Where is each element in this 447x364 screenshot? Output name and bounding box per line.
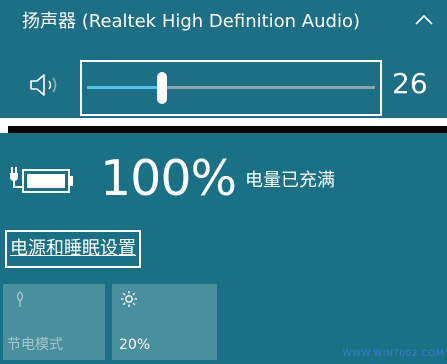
power-sleep-settings-link[interactable]: 电源和睡眠设置 [5, 230, 141, 268]
watermark-text: WWW.WIN7002.COM [342, 349, 444, 359]
chevron-up-icon[interactable] [413, 10, 435, 30]
battery-saver-label: 节电模式 [7, 337, 63, 353]
volume-slider-fill [87, 86, 162, 89]
battery-percentage: 100% [100, 150, 237, 207]
battery-status-text: 电量已充满 [245, 170, 335, 191]
battery-saver-tile[interactable]: 节电模式 [3, 284, 105, 360]
volume-slider-thumb[interactable] [157, 72, 167, 104]
brightness-tile[interactable]: 20% [112, 284, 217, 360]
brightness-value: 20% [119, 337, 151, 353]
volume-panel: 扬声器 (Realtek High Definition Audio) 26 [0, 0, 447, 118]
panel-gap [0, 118, 447, 126]
volume-slider-track[interactable] [87, 86, 375, 89]
panel-separator [8, 126, 447, 133]
battery-panel: 100% 电量已充满 电源和睡眠设置 节电模式 20% WWW.WIN7002.… [0, 133, 447, 364]
volume-level-value: 26 [392, 67, 428, 100]
battery-charging-icon [10, 167, 73, 193]
leaf-icon [16, 291, 24, 307]
audio-device-name[interactable]: 扬声器 (Realtek High Definition Audio) [22, 9, 360, 35]
speaker-volume-icon[interactable] [28, 72, 62, 98]
volume-slider[interactable] [80, 60, 382, 116]
brightness-sun-icon [121, 291, 137, 307]
